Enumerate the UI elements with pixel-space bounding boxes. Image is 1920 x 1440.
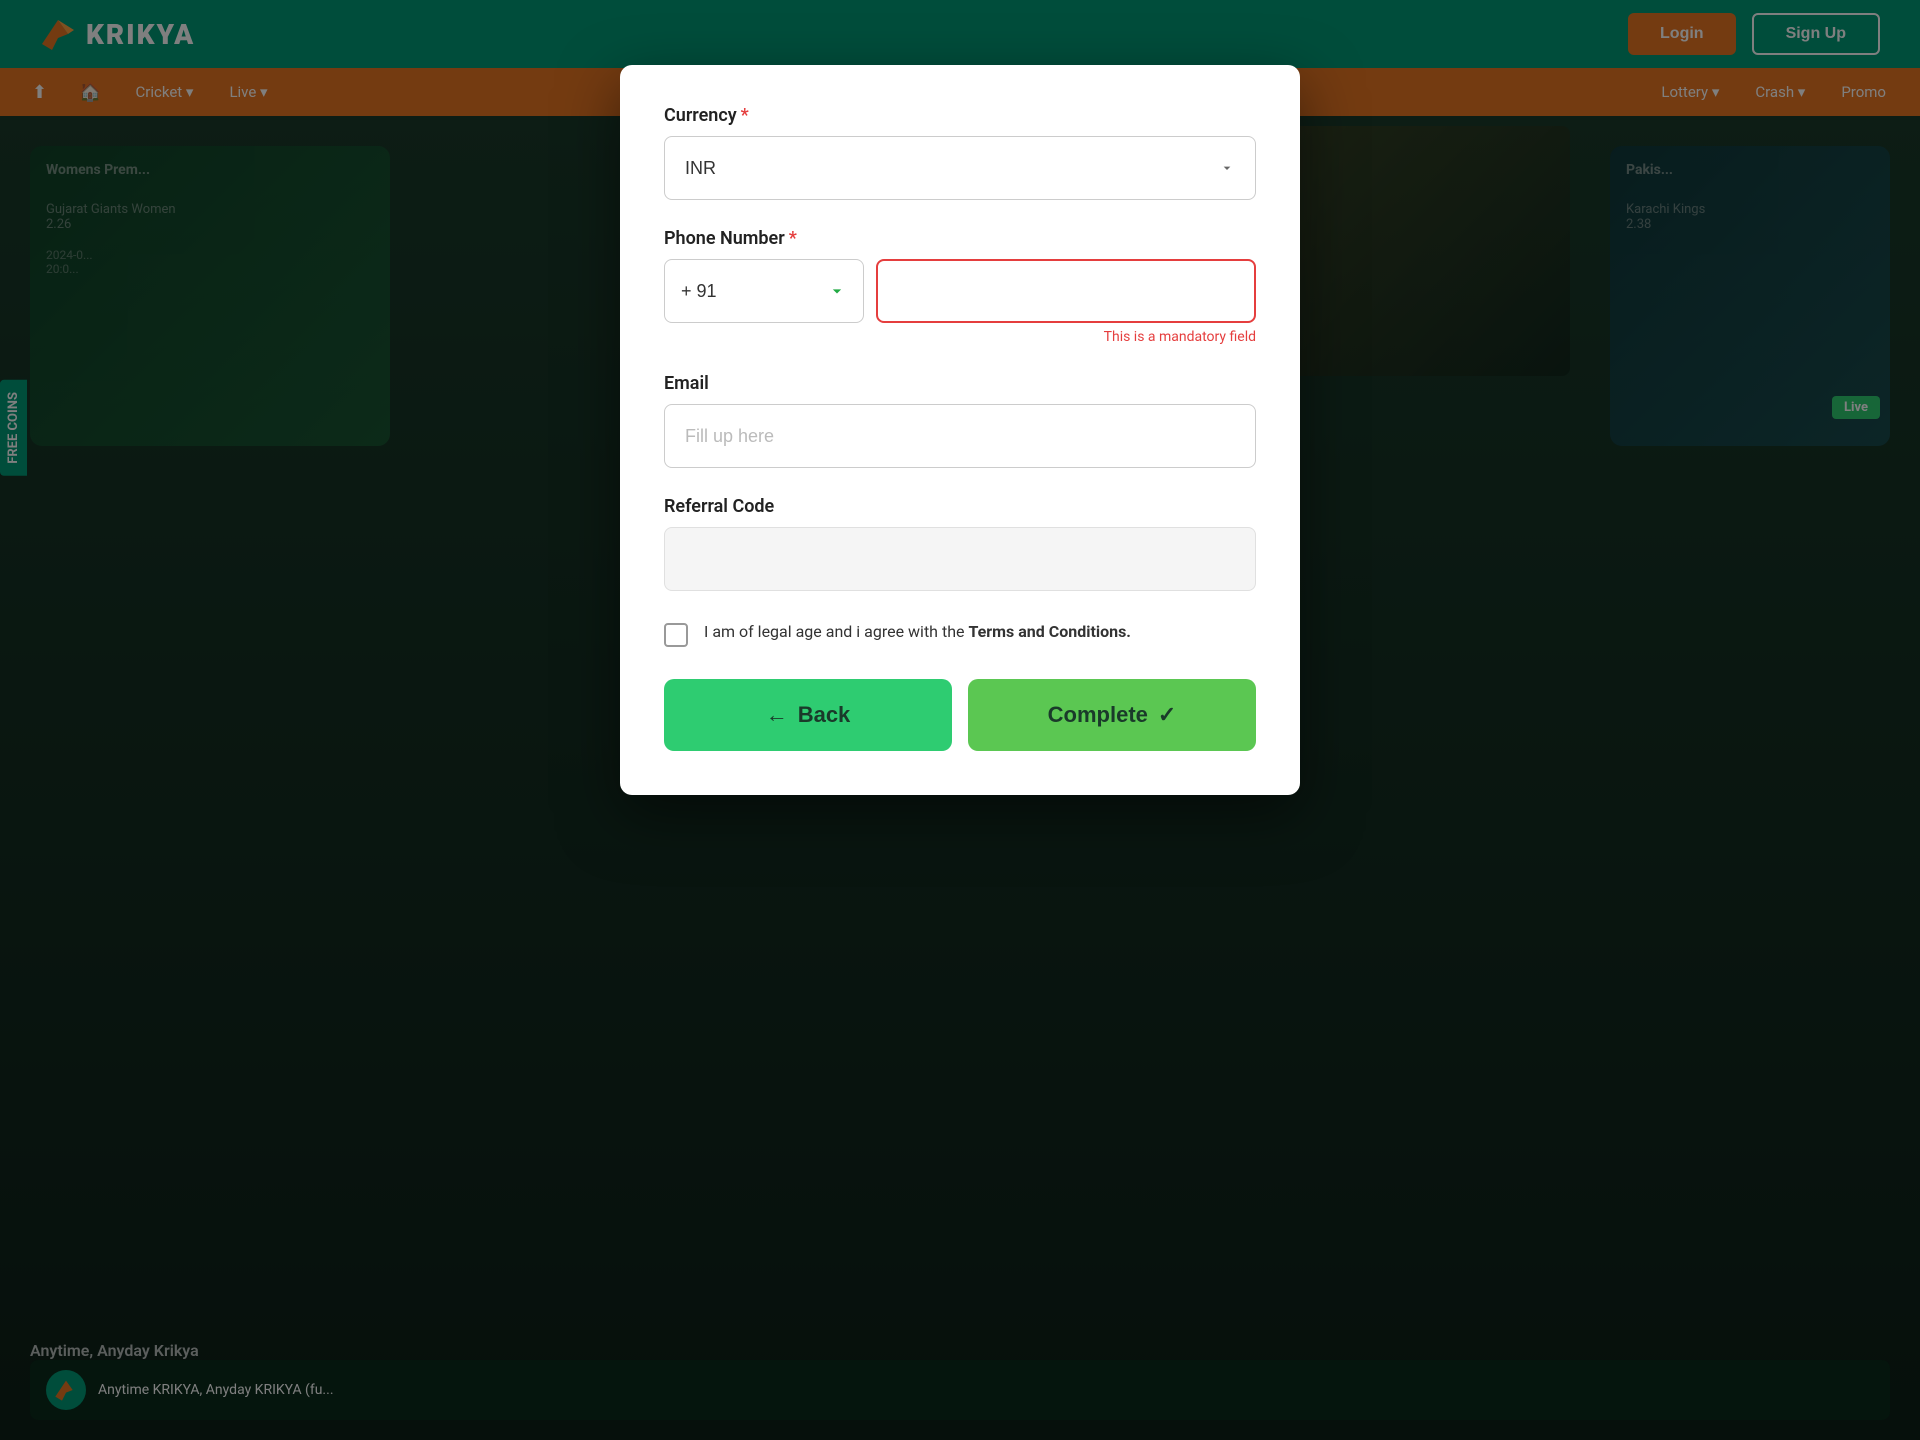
- email-group: Email: [664, 373, 1256, 468]
- terms-checkbox[interactable]: [664, 623, 688, 647]
- phone-error-text: This is a mandatory field: [664, 329, 1256, 345]
- phone-input[interactable]: [876, 259, 1256, 323]
- phone-row: + 91 + 1 + 44: [664, 259, 1256, 323]
- referral-group: Referral Code: [664, 496, 1256, 591]
- referral-label: Referral Code: [664, 496, 1256, 517]
- currency-select[interactable]: INR USD EUR GBP: [664, 136, 1256, 200]
- currency-group: Currency* INR USD EUR GBP: [664, 105, 1256, 200]
- buttons-row: ← Login Back Complete ✓: [664, 679, 1256, 751]
- terms-link[interactable]: Terms and Conditions.: [968, 622, 1130, 641]
- terms-row: I am of legal age and i agree with the T…: [664, 619, 1256, 647]
- complete-button[interactable]: Complete ✓: [968, 679, 1256, 751]
- email-label: Email: [664, 373, 1256, 394]
- back-arrow-icon: ←: [766, 702, 788, 728]
- registration-modal: Currency* INR USD EUR GBP Phone Number* …: [620, 65, 1300, 795]
- back-button[interactable]: ← Login Back: [664, 679, 952, 751]
- phone-group: Phone Number* + 91 + 1 + 44 This is a ma…: [664, 228, 1256, 345]
- phone-label: Phone Number*: [664, 228, 1256, 249]
- email-input[interactable]: [664, 404, 1256, 468]
- currency-label: Currency*: [664, 105, 1256, 126]
- currency-required-star: *: [741, 105, 749, 126]
- terms-text: I am of legal age and i agree with the T…: [704, 619, 1131, 645]
- phone-required-star: *: [789, 228, 797, 249]
- referral-input[interactable]: [664, 527, 1256, 591]
- country-code-select[interactable]: + 91 + 1 + 44: [664, 259, 864, 323]
- checkmark-icon: ✓: [1158, 702, 1176, 728]
